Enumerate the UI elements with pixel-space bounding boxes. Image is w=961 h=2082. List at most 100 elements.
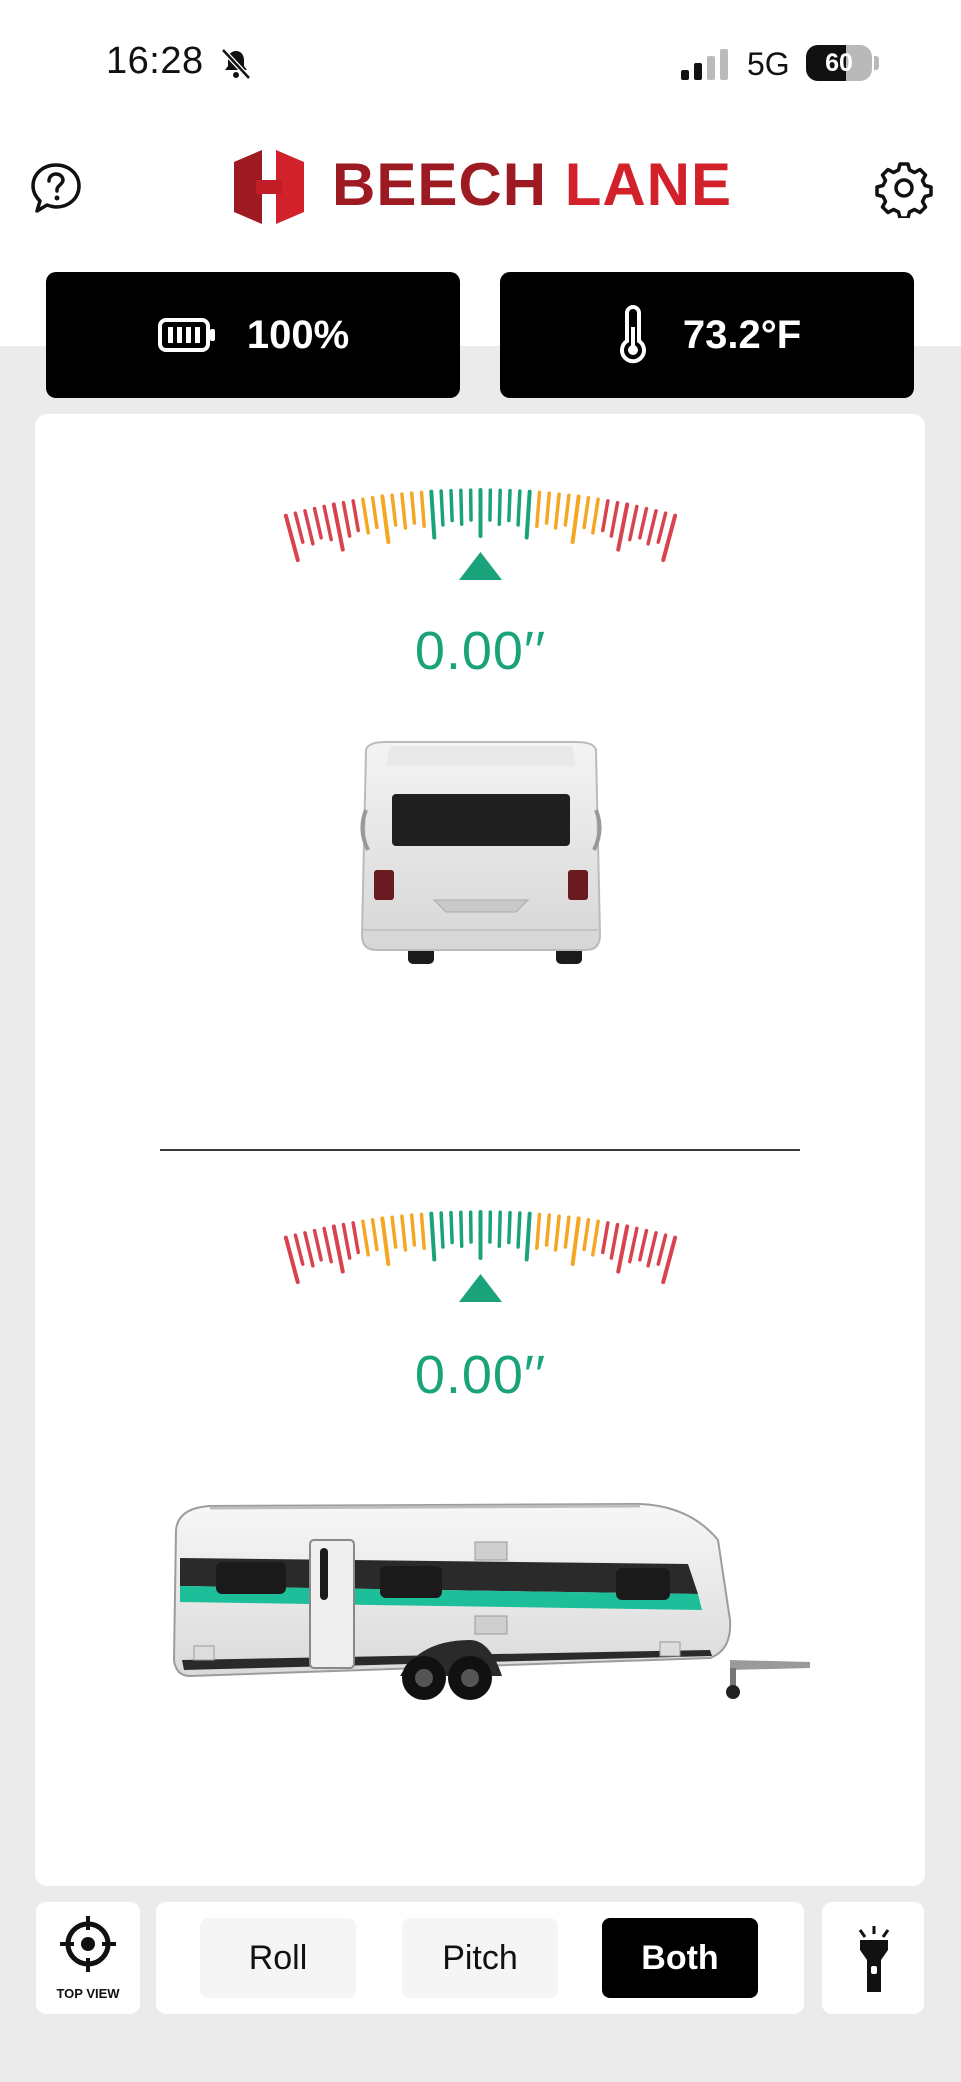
roll-gauge-tick <box>400 492 408 530</box>
roll-gauge-tick <box>516 489 522 527</box>
pitch-gauge-tick <box>449 1210 454 1245</box>
network-type: 5G <box>747 46 790 82</box>
pitch-gauge-tick <box>563 1215 571 1249</box>
roll-gauge-tick <box>449 488 454 523</box>
pitch-gauge-indicator <box>459 1274 502 1302</box>
pitch-gauge-tick <box>507 1210 512 1245</box>
roll-gauge-tick <box>544 491 552 525</box>
device-battery-value: 100% <box>246 312 350 357</box>
pitch-gauge-tick <box>609 1222 620 1260</box>
roll-gauge-tick <box>616 502 630 552</box>
flashlight-button[interactable] <box>822 1902 924 2014</box>
pitch-gauge-tick <box>646 1231 658 1268</box>
brand-logo-icon <box>234 150 304 224</box>
mode-both-button[interactable]: Both <box>602 1918 758 1998</box>
pitch-gauge-tick <box>361 1219 370 1257</box>
pitch-gauge-tick <box>591 1219 600 1257</box>
roll-gauge-tick <box>507 488 512 523</box>
roll-gauge-tick <box>361 497 370 535</box>
pitch-gauge-tick <box>628 1226 639 1264</box>
roll-gauge-tick <box>341 500 352 538</box>
pitch-gauge-tick <box>370 1218 379 1252</box>
roll-gauge-tick <box>601 499 610 533</box>
pitch-gauge-tick <box>553 1214 561 1252</box>
roll-gauge-tick <box>351 499 360 533</box>
mode-roll-button[interactable]: Roll <box>200 1918 356 1998</box>
roll-gauge-tick <box>646 509 658 546</box>
status-bar: 16:28 5G 60 <box>0 0 961 130</box>
roll-gauge-tick <box>439 489 445 527</box>
roll-gauge-tick <box>331 502 345 552</box>
thermometer-icon <box>619 305 646 364</box>
roll-gauge-tick <box>570 494 581 545</box>
roll-gauge-tick <box>419 490 426 528</box>
pitch-gauge-tick <box>544 1213 552 1247</box>
section-divider <box>160 1149 800 1151</box>
pitch-gauge-tick <box>390 1215 398 1249</box>
flashlight-icon <box>858 1926 890 1992</box>
status-time: 16:28 <box>106 40 204 82</box>
roll-gauge-tick <box>535 490 542 528</box>
pitch-gauge-tick <box>516 1211 522 1249</box>
pitch-gauge-tick <box>400 1214 408 1252</box>
pitch-gauge-tick <box>322 1226 333 1264</box>
pitch-gauge-tick <box>351 1221 360 1255</box>
pitch-gauge-tick <box>656 1233 668 1266</box>
roll-gauge-tick <box>524 489 532 540</box>
roll-gauge-tick <box>390 493 398 527</box>
pitch-reading: 0.00′′ <box>414 1345 547 1405</box>
battery-icon <box>157 318 215 352</box>
roll-gauge-tick <box>293 511 305 544</box>
roll-gauge-tick <box>370 496 379 530</box>
device-battery-card: 100% <box>46 272 460 398</box>
pitch-gauge-tick <box>616 1224 630 1274</box>
mode-pitch-button[interactable]: Pitch <box>402 1918 558 1998</box>
roll-gauge-tick <box>409 491 417 525</box>
roll-gauge-indicator <box>459 552 502 580</box>
pitch-gauge-tick <box>312 1228 323 1262</box>
signal-icon <box>681 49 728 80</box>
temperature-value: 73.2°F <box>682 312 802 357</box>
roll-gauge-tick <box>628 504 639 542</box>
bell-slash-icon <box>221 48 251 80</box>
pitch-gauge-tick <box>331 1224 345 1274</box>
roll-gauge-tick <box>609 500 620 538</box>
pitch-gauge-tick <box>429 1211 437 1262</box>
roll-gauge-tick <box>497 488 502 526</box>
pitch-gauge-tick <box>497 1210 502 1248</box>
roll-gauge-tick <box>656 511 668 544</box>
roll-gauge-tick <box>303 509 315 546</box>
pitch-gauge-tick <box>570 1216 581 1267</box>
pitch-gauge-tick <box>638 1228 649 1262</box>
pitch-gauge-tick <box>293 1233 305 1266</box>
pitch-gauge-tick <box>535 1212 542 1250</box>
view-mode-selector: Roll Pitch Both <box>156 1902 804 2014</box>
gear-icon[interactable] <box>874 158 934 218</box>
pitch-gauge-tick <box>341 1222 352 1260</box>
phone-battery-indicator: 60 <box>806 45 872 81</box>
phone-battery-level: 60 <box>825 49 853 77</box>
roll-gauge-tick <box>582 496 591 530</box>
pitch-gauge-tick <box>303 1231 315 1268</box>
roll-gauge-tick <box>380 494 391 545</box>
roll-gauge-tick <box>429 489 437 540</box>
roll-gauge-tick <box>553 492 561 530</box>
roll-gauge-tick <box>563 493 571 527</box>
phone-battery-tip <box>874 56 879 70</box>
roll-reading: 0.00′′ <box>414 621 547 681</box>
pitch-gauge-tick <box>524 1211 532 1262</box>
roll-gauge-tick <box>459 488 464 526</box>
roll-gauge <box>283 488 678 580</box>
pitch-gauge-tick <box>459 1210 464 1248</box>
roll-gauge-tick <box>591 497 600 535</box>
pitch-gauge <box>283 1210 678 1302</box>
crosshair-icon <box>60 1916 116 1972</box>
top-view-button[interactable]: TOP VIEW <box>36 1902 140 2014</box>
pitch-gauge-tick <box>419 1212 426 1250</box>
brand-name-part1: BEECH <box>332 151 548 218</box>
help-icon[interactable] <box>26 158 86 218</box>
temperature-card: 73.2°F <box>500 272 914 398</box>
caravan-rear-view <box>360 741 602 964</box>
roll-gauge-tick <box>312 506 323 540</box>
pitch-gauge-tick <box>380 1216 391 1267</box>
